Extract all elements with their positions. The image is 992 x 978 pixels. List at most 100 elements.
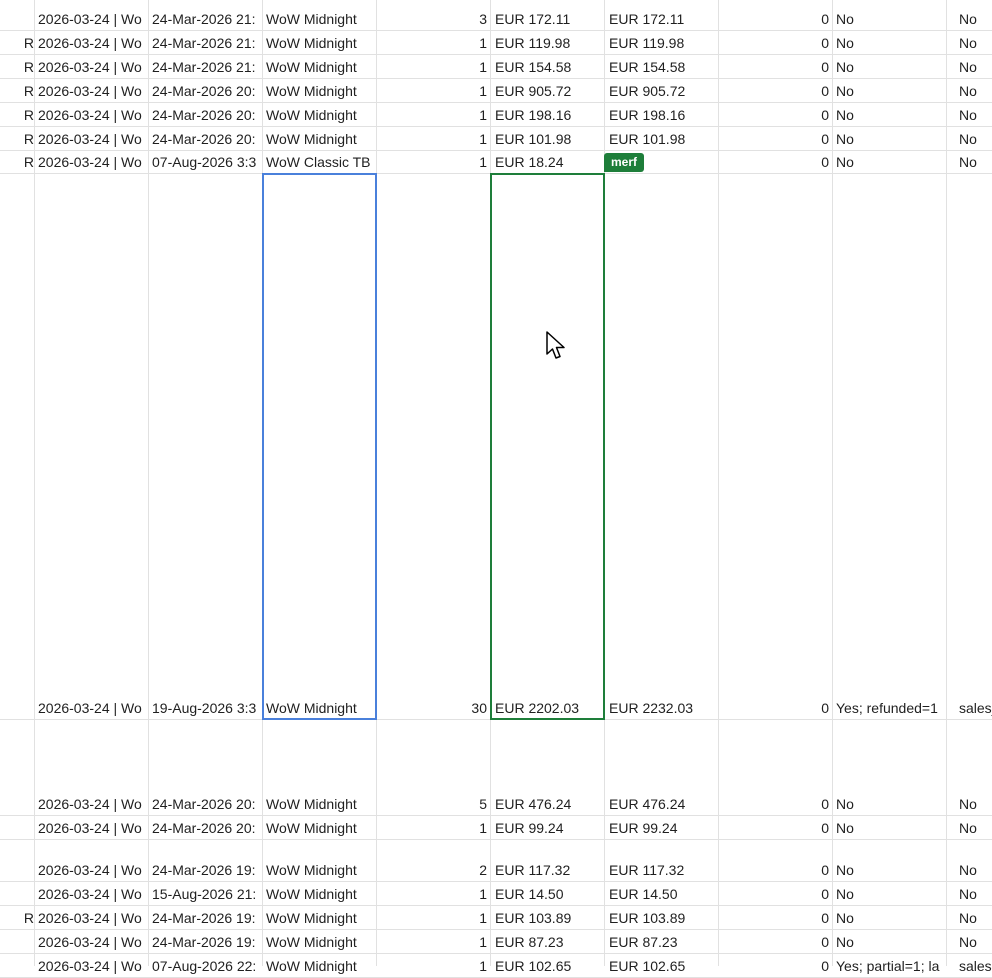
cell-order-id[interactable]: 2026-03-24 | Wo bbox=[35, 884, 148, 904]
cell-order-id[interactable]: 2026-03-24 | Wo bbox=[35, 794, 148, 814]
cell-refunded[interactable]: No bbox=[833, 81, 946, 101]
cell-price[interactable]: EUR 117.32 bbox=[491, 860, 604, 880]
cell-status[interactable] bbox=[0, 860, 34, 880]
cell-refund-count[interactable]: 0 bbox=[719, 81, 832, 101]
cell-price[interactable]: EUR 172.11 bbox=[491, 9, 604, 29]
cell-flag[interactable]: No bbox=[947, 57, 992, 77]
cell-status[interactable]: R bbox=[0, 33, 34, 53]
cell-order-id[interactable]: 2026-03-24 | Wo bbox=[35, 33, 148, 53]
cell-total[interactable]: EUR 476.24 bbox=[605, 794, 718, 814]
cell-product[interactable]: WoW Midnight bbox=[263, 81, 376, 101]
cell-product[interactable]: WoW Classic TB bbox=[263, 152, 376, 172]
cell-refund-count[interactable]: 0 bbox=[719, 57, 832, 77]
cell-flag[interactable]: No bbox=[947, 105, 992, 125]
cell-datetime[interactable]: 24-Mar-2026 20: bbox=[149, 81, 262, 101]
table-row[interactable]: 2026-03-24 | Wo 24-Mar-2026 19: WoW Midnig… bbox=[0, 840, 992, 882]
cell-order-id[interactable]: 2026-03-24 | Wo bbox=[35, 860, 148, 880]
table-row[interactable]: 2026-03-24 | Wo 07-Aug-2026 22: WoW Midnig… bbox=[0, 954, 992, 978]
cell-refund-count[interactable]: 0 bbox=[719, 9, 832, 29]
cell-product[interactable]: WoW Midnight bbox=[263, 932, 376, 952]
cell-product[interactable]: WoW Midnight bbox=[263, 860, 376, 880]
cell-price[interactable]: EUR 154.58 bbox=[491, 57, 604, 77]
cell-refunded[interactable]: No bbox=[833, 932, 946, 952]
cell-datetime[interactable]: 24-Mar-2026 19: bbox=[149, 932, 262, 952]
cell-refund-count[interactable]: 0 bbox=[719, 698, 832, 718]
cell-refunded[interactable]: No bbox=[833, 105, 946, 125]
cell-quantity[interactable]: 1 bbox=[377, 956, 490, 976]
cell-flag[interactable]: No bbox=[947, 884, 992, 904]
cell-quantity[interactable]: 3 bbox=[377, 9, 490, 29]
cell-flag[interactable]: No bbox=[947, 9, 992, 29]
cell-datetime[interactable]: 07-Aug-2026 3:3 bbox=[149, 152, 262, 172]
cell-status[interactable]: R bbox=[0, 908, 34, 928]
cell-quantity[interactable]: 30 bbox=[377, 698, 490, 718]
cell-quantity[interactable]: 1 bbox=[377, 129, 490, 149]
cell-order-id[interactable]: 2026-03-24 | Wo bbox=[35, 818, 148, 838]
cell-quantity[interactable]: 1 bbox=[377, 818, 490, 838]
cell-refunded[interactable]: No bbox=[833, 33, 946, 53]
table-row[interactable]: R 2026-03-24 | Wo 07-Aug-2026 3:3 WoW Class… bbox=[0, 151, 992, 174]
cell-datetime[interactable]: 24-Mar-2026 20: bbox=[149, 129, 262, 149]
cell-total[interactable]: EUR 14.50 bbox=[605, 884, 718, 904]
cell-datetime[interactable]: 24-Mar-2026 20: bbox=[149, 818, 262, 838]
cell-total[interactable]: EUR 905.72 bbox=[605, 81, 718, 101]
cell-product[interactable]: WoW Midnight bbox=[263, 129, 376, 149]
cell-price[interactable]: EUR 119.98 bbox=[491, 33, 604, 53]
cell-flag[interactable]: No bbox=[947, 794, 992, 814]
cell-status[interactable] bbox=[0, 794, 34, 814]
cell-order-id[interactable]: 2026-03-24 | Wo bbox=[35, 908, 148, 928]
cell-refund-count[interactable]: 0 bbox=[719, 956, 832, 976]
cell-datetime[interactable]: 07-Aug-2026 22: bbox=[149, 956, 262, 976]
cell-order-id[interactable]: 2026-03-24 | Wo bbox=[35, 81, 148, 101]
cell-quantity[interactable]: 1 bbox=[377, 105, 490, 125]
cell-status[interactable]: R bbox=[0, 105, 34, 125]
cell-quantity[interactable]: 1 bbox=[377, 932, 490, 952]
cell-product[interactable]: WoW Midnight bbox=[263, 818, 376, 838]
cell-quantity[interactable]: 1 bbox=[377, 908, 490, 928]
cell-flag[interactable]: No bbox=[947, 81, 992, 101]
cell-total[interactable]: EUR 99.24 bbox=[605, 818, 718, 838]
cell-refund-count[interactable]: 0 bbox=[719, 908, 832, 928]
cell-refunded[interactable]: No bbox=[833, 884, 946, 904]
cell-total[interactable]: EUR 101.98 bbox=[605, 129, 718, 149]
cell-total[interactable]: EUR 172.11 bbox=[605, 9, 718, 29]
cell-total[interactable]: EUR 117.32 bbox=[605, 860, 718, 880]
cell-product[interactable]: WoW Midnight bbox=[263, 884, 376, 904]
cell-product[interactable]: WoW Midnight bbox=[263, 105, 376, 125]
cell-order-id[interactable]: 2026-03-24 | Wo bbox=[35, 57, 148, 77]
cell-order-id[interactable]: 2026-03-24 | Wo bbox=[35, 152, 148, 172]
table-row[interactable]: R 2026-03-24 | Wo 24-Mar-2026 20: WoW Midni… bbox=[0, 79, 992, 103]
cell-price[interactable]: EUR 905.72 bbox=[491, 81, 604, 101]
cell-status[interactable]: R bbox=[0, 57, 34, 77]
cell-datetime[interactable]: 24-Mar-2026 21: bbox=[149, 9, 262, 29]
table-row[interactable]: R 2026-03-24 | Wo 24-Mar-2026 20: WoW Midni… bbox=[0, 103, 992, 127]
cell-total[interactable]: EUR 87.23 bbox=[605, 932, 718, 952]
cell-price[interactable]: EUR 99.24 bbox=[491, 818, 604, 838]
cell-refunded[interactable]: No bbox=[833, 57, 946, 77]
table-row[interactable]: 2026-03-24 | Wo 24-Mar-2026 20: WoW Midnig… bbox=[0, 720, 992, 816]
cell-refunded[interactable]: Yes; refunded=1 bbox=[833, 698, 946, 718]
cell-flag[interactable]: No bbox=[947, 908, 992, 928]
cell-refund-count[interactable]: 0 bbox=[719, 129, 832, 149]
cell-price[interactable]: EUR 102.65 bbox=[491, 956, 604, 976]
cell-refund-count[interactable]: 0 bbox=[719, 884, 832, 904]
cell-price[interactable]: EUR 87.23 bbox=[491, 932, 604, 952]
cell-refunded[interactable]: No bbox=[833, 129, 946, 149]
cell-flag[interactable]: No bbox=[947, 860, 992, 880]
cell-price[interactable]: EUR 14.50 bbox=[491, 884, 604, 904]
cell-selection-range[interactable] bbox=[262, 173, 377, 720]
cell-refund-count[interactable]: 0 bbox=[719, 860, 832, 880]
cell-quantity[interactable]: 2 bbox=[377, 860, 490, 880]
cell-status[interactable] bbox=[0, 818, 34, 838]
cell-refunded[interactable]: No bbox=[833, 860, 946, 880]
cell-flag[interactable]: No bbox=[947, 818, 992, 838]
cell-price[interactable]: EUR 198.16 bbox=[491, 105, 604, 125]
table-row[interactable]: R 2026-03-24 | Wo 24-Mar-2026 21: WoW Midni… bbox=[0, 55, 992, 79]
cell-quantity[interactable]: 1 bbox=[377, 81, 490, 101]
cell-refunded[interactable]: No bbox=[833, 9, 946, 29]
cell-datetime[interactable]: 24-Mar-2026 19: bbox=[149, 860, 262, 880]
cell-product[interactable]: WoW Midnight bbox=[263, 33, 376, 53]
cell-product[interactable]: WoW Midnight bbox=[263, 956, 376, 976]
cell-product[interactable]: WoW Midnight bbox=[263, 9, 376, 29]
cell-datetime[interactable]: 24-Mar-2026 20: bbox=[149, 105, 262, 125]
